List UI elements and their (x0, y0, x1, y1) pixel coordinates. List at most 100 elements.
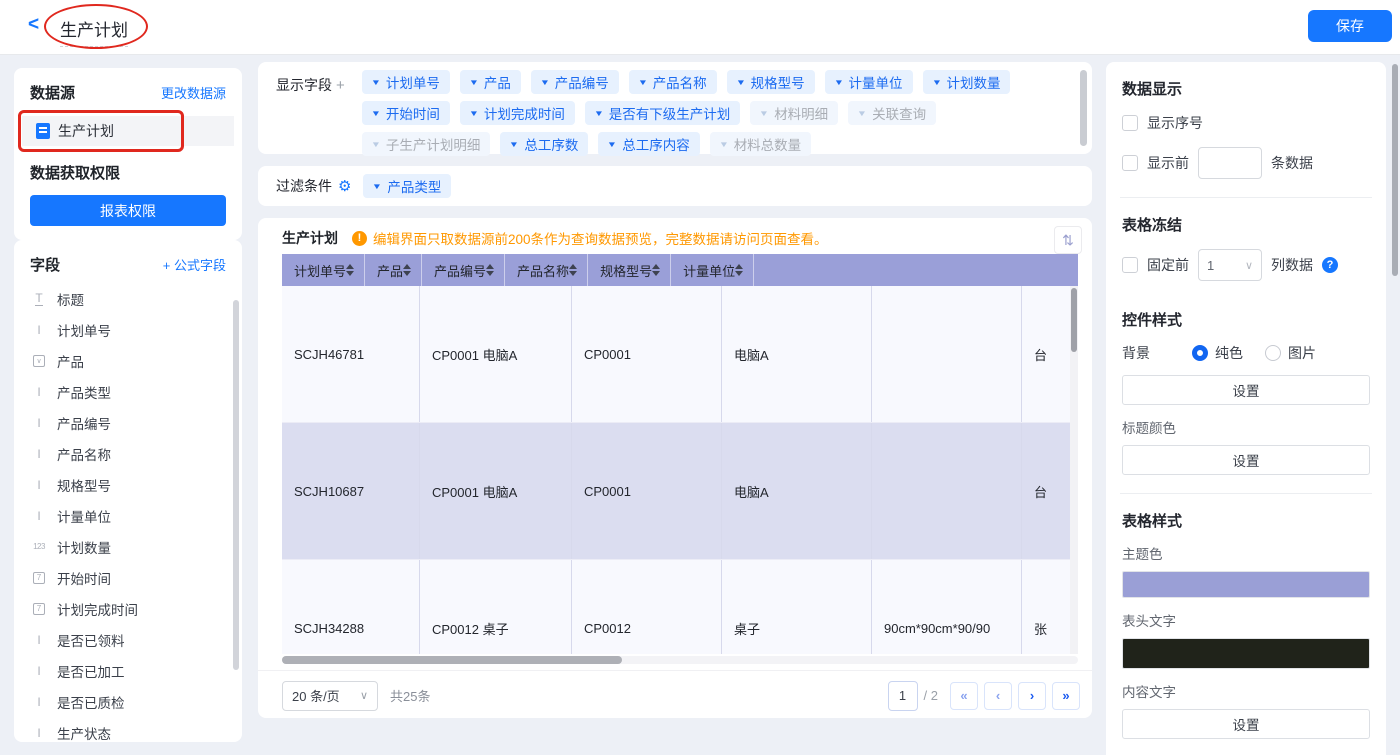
header-cell[interactable]: 产品 (365, 254, 422, 286)
field-chip[interactable]: ▼ 开始时间 (362, 101, 450, 125)
fix-count-value: 1 (1207, 258, 1214, 273)
field-chip[interactable]: ▼ 计划单号 (362, 70, 450, 94)
field-type-icon (30, 726, 48, 740)
chip-caret-icon: ▼ (833, 78, 843, 87)
sort-icons[interactable] (652, 264, 660, 276)
field-label: 是否已加工 (57, 661, 125, 681)
field-chip[interactable]: ▼ 材料明细 (750, 101, 838, 125)
field-item[interactable]: 产品编号 (30, 407, 226, 438)
header-cell[interactable]: 计划单号 (282, 254, 365, 286)
field-item[interactable]: 是否已加工 (30, 655, 226, 686)
table-vertical-scrollbar[interactable] (1070, 286, 1078, 654)
help-icon[interactable]: ? (1322, 257, 1338, 273)
add-field-icon[interactable]: + (336, 77, 345, 94)
field-chip[interactable]: ▼ 子生产计划明细 (362, 132, 490, 156)
background-set-button[interactable]: 设置 (1122, 375, 1370, 405)
header-text-swatch[interactable] (1122, 638, 1370, 669)
title-color-set-button[interactable]: 设置 (1122, 445, 1370, 475)
sort-toggle-button[interactable]: ⇅ (1054, 226, 1082, 254)
table-horizontal-scrollbar[interactable] (282, 656, 1078, 664)
field-item[interactable]: 产品 (30, 345, 226, 376)
table-row[interactable]: SCJH34288 CP0012 桌子 CP0012 桌子 90cm*90cm*… (282, 560, 1078, 654)
page-total: / 2 (924, 688, 938, 703)
fix-columns-checkbox[interactable] (1122, 257, 1138, 273)
save-button[interactable]: 保存 (1308, 10, 1392, 42)
fix-count-select[interactable]: 1 ∨ (1198, 249, 1262, 281)
back-icon[interactable]: < (28, 15, 39, 34)
last-page-button[interactable]: » (1052, 682, 1080, 710)
field-item[interactable]: 是否已领料 (30, 624, 226, 655)
field-type-icon (33, 603, 45, 615)
field-chip[interactable]: ▼ 计量单位 (825, 70, 913, 94)
field-item[interactable]: 是否已质检 (30, 686, 226, 717)
datasource-panel: 数据源 更改数据源 生产计划 数据获取权限 报表权限 (14, 68, 242, 240)
prev-page-button[interactable]: ‹ (984, 682, 1012, 710)
page-size-select[interactable]: 20 条/页 ∨ (282, 681, 378, 711)
field-chip[interactable]: ▼ 是否有下级生产计划 (585, 101, 740, 125)
page-title[interactable]: 生产计划 (60, 16, 128, 47)
next-page-button[interactable]: › (1018, 682, 1046, 710)
field-chip[interactable]: ▼ 计划数量 (923, 70, 1011, 94)
sort-icons[interactable] (403, 264, 411, 276)
fix-suffix-label: 列数据 (1271, 255, 1313, 275)
sort-icons[interactable] (569, 264, 577, 276)
field-chip[interactable]: ▼ 规格型号 (727, 70, 815, 94)
show-first-checkbox[interactable] (1122, 155, 1138, 171)
theme-color-label: 主题色 (1122, 543, 1370, 563)
field-chip[interactable]: ▼ 产品名称 (629, 70, 717, 94)
image-radio[interactable] (1265, 345, 1281, 361)
field-list: 标题 计划单号 产品 产品类型 (30, 283, 226, 742)
field-item[interactable]: 标题 (30, 283, 226, 314)
table-row[interactable]: SCJH46781 CP0001 电脑A CP0001 电脑A 台 (282, 286, 1078, 423)
chevron-down-icon: ∨ (1245, 259, 1253, 272)
table-cell: SCJH46781 (282, 286, 420, 422)
gear-icon[interactable]: ⚙ (338, 177, 351, 195)
theme-color-swatch[interactable] (1122, 571, 1370, 598)
field-item[interactable]: 生产状态 (30, 717, 226, 742)
field-chip[interactable]: ▼ 产品编号 (531, 70, 619, 94)
header-cell[interactable]: 产品编号 (422, 254, 505, 286)
chip-label: 材料总数量 (734, 134, 802, 154)
field-item[interactable]: 产品名称 (30, 438, 226, 469)
formula-field-link[interactable]: + 公式字段 (163, 255, 226, 274)
page-input[interactable] (888, 681, 918, 711)
chips-scrollbar[interactable] (1080, 70, 1087, 146)
field-type-icon (33, 355, 45, 367)
datasource-item[interactable]: 生产计划 (22, 116, 234, 146)
field-chip[interactable]: ▼ 材料总数量 (710, 132, 811, 156)
chip-label: 是否有下级生产计划 (609, 103, 731, 123)
field-chip[interactable]: ▼ 产品 (460, 70, 521, 94)
solid-color-radio[interactable] (1192, 345, 1208, 361)
field-chip[interactable]: ▼ 总工序数 (500, 132, 588, 156)
header-cell[interactable]: 规格型号 (588, 254, 671, 286)
sort-icons[interactable] (735, 264, 743, 276)
content-text-set-button[interactable]: 设置 (1122, 709, 1370, 739)
field-chip[interactable]: ▼ 关联查询 (848, 101, 936, 125)
field-item[interactable]: 计划数量 (30, 531, 226, 562)
field-label: 产品 (57, 351, 84, 371)
field-item[interactable]: 开始时间 (30, 562, 226, 593)
field-item[interactable]: 计划单号 (30, 314, 226, 345)
fields-scrollbar[interactable] (233, 300, 239, 670)
show-index-checkbox[interactable] (1122, 115, 1138, 131)
change-datasource-link[interactable]: 更改数据源 (161, 83, 226, 102)
field-item[interactable]: 规格型号 (30, 469, 226, 500)
preview-title: 生产计划 (282, 228, 338, 248)
header-cell[interactable]: 产品名称 (505, 254, 588, 286)
field-chip[interactable]: ▼ 计划完成时间 (460, 101, 575, 125)
table-row[interactable]: SCJH10687 CP0001 电脑A CP0001 电脑A 台 (282, 423, 1078, 560)
field-item[interactable]: 计量单位 (30, 500, 226, 531)
first-page-button[interactable]: « (950, 682, 978, 710)
field-item[interactable]: 产品类型 (30, 376, 226, 407)
report-permission-button[interactable]: 报表权限 (30, 195, 226, 226)
field-type-icon (30, 542, 48, 551)
show-first-input[interactable] (1198, 147, 1262, 179)
page-scrollbar[interactable] (1392, 64, 1398, 276)
permission-title: 数据获取权限 (30, 162, 226, 183)
field-chip[interactable]: ▼ 总工序内容 (598, 132, 699, 156)
header-cell[interactable]: 计量单位 (671, 254, 754, 286)
sort-icons[interactable] (346, 264, 354, 276)
field-item[interactable]: 计划完成时间 (30, 593, 226, 624)
filter-chip[interactable]: ▼ 产品类型 (363, 174, 451, 198)
sort-icons[interactable] (486, 264, 494, 276)
